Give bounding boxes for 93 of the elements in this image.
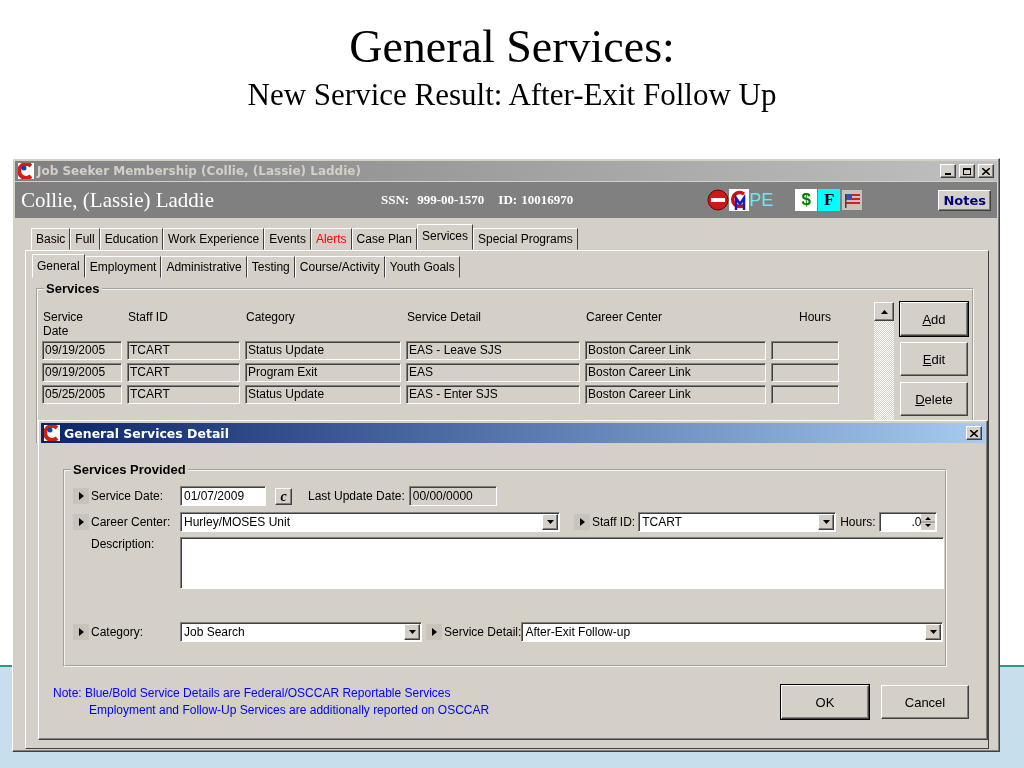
tab[interactable]: Testing <box>246 256 295 278</box>
dropdown-arrow-icon <box>822 520 830 524</box>
tab[interactable]: Youth Goals <box>384 256 460 278</box>
field-label: Hours: <box>840 515 876 529</box>
tab[interactable]: Full <box>70 228 100 250</box>
dialog-title: General Services Detail <box>64 425 230 441</box>
table-cell: TCART <box>127 363 240 382</box>
tab[interactable]: Services <box>416 224 473 250</box>
tab[interactable]: Case Plan <box>351 228 417 250</box>
field-label: Category: <box>91 625 145 639</box>
dropdown-arrow-icon <box>408 630 416 634</box>
tab[interactable]: Special Programs <box>473 228 578 250</box>
column-header: Category <box>245 310 296 326</box>
table-cell: Boston Career Link <box>585 363 766 382</box>
window-title: Job Seeker Membership (Collie, (Lassie) Laddie) <box>37 164 362 178</box>
tab[interactable]: Education <box>99 228 164 250</box>
dropdown-arrow-icon <box>929 630 937 634</box>
field-label: Service Detail: <box>444 625 522 639</box>
table-cell: TCART <box>127 341 240 360</box>
cm-logo-icon <box>729 189 750 211</box>
field-label: Service Date: <box>91 489 165 503</box>
calendar-button[interactable]: c <box>275 487 292 505</box>
hours-cell <box>771 341 839 360</box>
table-cell: EAS - Leave SJS <box>406 341 580 360</box>
table-cell: Status Update <box>245 385 401 404</box>
ssn-label: SSN: <box>381 192 410 208</box>
tab[interactable]: Basic <box>31 228 71 250</box>
column-header: Staff ID <box>127 310 169 326</box>
table-cell: Boston Career Link <box>585 385 766 404</box>
minimize-button[interactable] <box>940 164 956 178</box>
action-button[interactable]: Edit <box>900 342 968 376</box>
close-icon <box>982 167 990 175</box>
hours-field[interactable]: .0 <box>879 512 938 532</box>
close-button[interactable] <box>966 426 982 440</box>
up-arrow-icon <box>880 309 888 314</box>
column-header: Service Date <box>42 310 84 338</box>
tab[interactable]: Events <box>264 228 311 250</box>
table-cell: EAS <box>406 363 580 382</box>
dialog-button[interactable]: OK <box>781 685 869 719</box>
status-text: PE <box>749 189 774 211</box>
tab[interactable]: Work Experience <box>163 228 265 250</box>
date-field: 00/00/0000 <box>408 486 497 506</box>
tab[interactable]: Administrative <box>161 256 247 278</box>
tab[interactable]: Course/Activity <box>294 256 385 278</box>
field-label: Staff ID: <box>592 515 636 529</box>
flag-icon <box>842 190 863 210</box>
dropdown[interactable]: Hurley/MOSES Unit <box>180 512 560 532</box>
table-cell: Status Update <box>245 341 401 360</box>
ssn-value: 999-00-1570 <box>417 192 485 208</box>
badge: $ <box>795 189 818 211</box>
hours-cell <box>771 385 839 404</box>
note-text: Employment and Follow-Up Services are additionally reported on OSCCAR <box>89 702 490 719</box>
column-header: Hours <box>798 310 832 326</box>
note-text: Note: Blue/Bold Service Details are Federal/OSCCAR Reportable Services <box>53 685 451 702</box>
spinner-icon <box>921 514 936 530</box>
member-name: Collie, (Lassie) Laddie <box>21 187 216 213</box>
dropdown-arrow-icon <box>546 520 554 524</box>
app-logo-icon <box>18 163 34 179</box>
no-entry-icon <box>707 189 730 211</box>
table-cell: EAS - Enter SJS <box>406 385 580 404</box>
app-logo-icon <box>44 425 60 441</box>
column-header: Service Detail <box>406 310 483 326</box>
table-cell: TCART <box>127 385 240 404</box>
notes-button[interactable]: Notes <box>938 189 991 211</box>
dropdown[interactable]: Job Search <box>180 622 422 642</box>
action-button[interactable]: Add <box>900 302 968 336</box>
table-cell: Boston Career Link <box>585 341 766 360</box>
field-label: Description: <box>91 537 156 551</box>
id-value: 10016970 <box>521 192 574 208</box>
slide-title: General Services: <box>349 20 675 74</box>
tab[interactable]: Employment <box>84 256 162 278</box>
description-field[interactable] <box>180 537 944 589</box>
field-label: Last Update Date: <box>308 489 405 503</box>
column-header: Career Center <box>585 310 664 326</box>
maximize-icon <box>963 167 971 175</box>
badge: F <box>818 189 841 211</box>
date-field[interactable]: 01/07/2009 <box>180 486 266 506</box>
dropdown[interactable]: TCART <box>638 512 837 532</box>
action-button[interactable]: Delete <box>900 382 968 416</box>
tab[interactable]: General <box>32 254 85 278</box>
field-label: Career Center: <box>91 515 172 529</box>
table-cell: 09/19/2005 <box>42 341 122 360</box>
table-cell: Program Exit <box>245 363 401 382</box>
table-cell: 05/25/2005 <box>42 385 122 404</box>
hours-cell <box>771 363 839 382</box>
slide-subtitle: New Service Result: After-Exit Follow Up <box>247 76 777 114</box>
close-button[interactable] <box>978 164 994 178</box>
dialog-button[interactable]: Cancel <box>881 685 969 719</box>
dropdown[interactable]: After-Exit Follow-up <box>521 622 944 642</box>
id-label: ID: <box>498 192 518 208</box>
close-icon <box>970 429 978 437</box>
table-cell: 09/19/2005 <box>42 363 122 382</box>
maximize-button[interactable] <box>959 164 975 178</box>
